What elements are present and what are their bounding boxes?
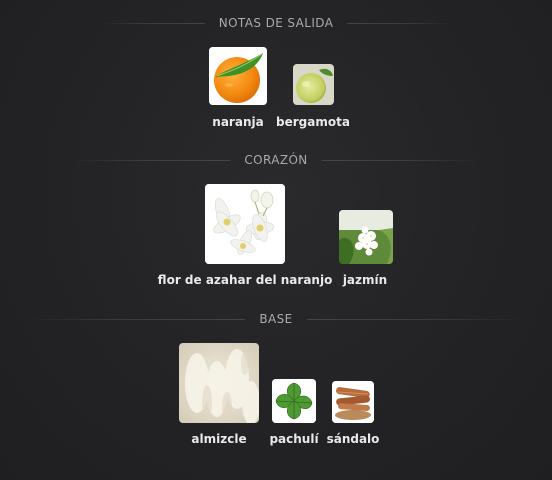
- note-image-jazmin[interactable]: [339, 210, 393, 264]
- orange-icon: [209, 47, 267, 105]
- sandalwood-icon: [332, 381, 374, 423]
- divider-line: [306, 318, 527, 320]
- divider-line: [321, 159, 483, 161]
- section-title: NOTAS DE SALIDA: [218, 16, 334, 30]
- note-label-naranja[interactable]: naranja: [212, 115, 263, 129]
- divider-line: [100, 22, 205, 24]
- divider-line: [25, 318, 246, 320]
- section-title: CORAZÓN: [244, 153, 308, 167]
- note-label-flor-de-azahar[interactable]: flor de azahar del naranjo: [158, 273, 333, 287]
- note-image-naranja[interactable]: [209, 47, 267, 105]
- note-image-pachuli[interactable]: [272, 379, 316, 423]
- divider-line: [70, 159, 231, 161]
- orange-blossom-icon: [205, 184, 285, 264]
- section-header-heart-notes: CORAZÓN: [0, 152, 552, 168]
- note-image-almizcle[interactable]: [179, 343, 259, 423]
- jasmine-icon: [339, 210, 393, 264]
- note-label-bergamota[interactable]: bergamota: [276, 115, 350, 129]
- section-header-base-notes: BASE: [0, 311, 552, 327]
- section-title: BASE: [259, 312, 293, 326]
- note-label-sandalo[interactable]: sándalo: [327, 432, 380, 446]
- note-image-flor-de-azahar[interactable]: [205, 184, 285, 264]
- note-label-almizcle[interactable]: almizcle: [191, 432, 246, 446]
- note-label-jazmin[interactable]: jazmín: [343, 273, 387, 287]
- divider-line: [347, 22, 453, 24]
- note-image-sandalo[interactable]: [332, 381, 374, 423]
- section-header-top-notes: NOTAS DE SALIDA: [0, 15, 552, 31]
- musk-icon: [179, 343, 259, 423]
- patchouli-icon: [272, 379, 316, 423]
- note-image-bergamota[interactable]: [293, 64, 334, 105]
- note-label-pachuli[interactable]: pachulí: [269, 432, 318, 446]
- bergamot-icon: [293, 64, 334, 105]
